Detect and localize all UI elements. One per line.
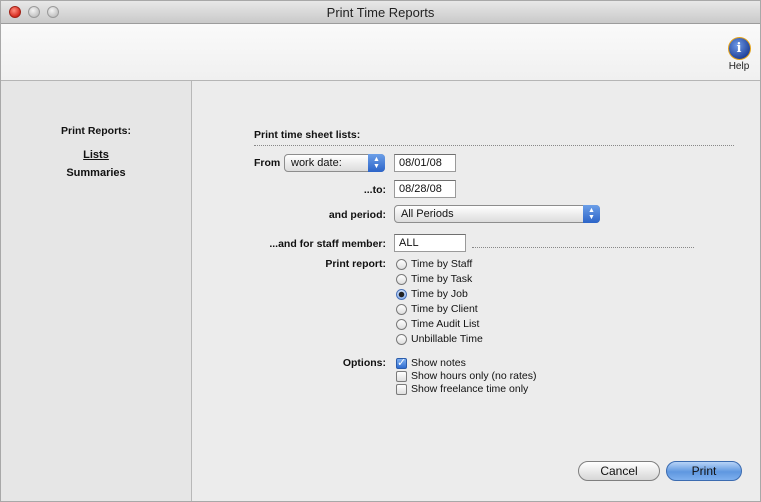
- from-date-field[interactable]: 08/01/08: [394, 154, 456, 172]
- options-label: Options:: [342, 357, 386, 369]
- cancel-button[interactable]: Cancel: [578, 461, 660, 481]
- checkbox[interactable]: [396, 371, 407, 382]
- radio-label: Time by Staff: [411, 258, 473, 270]
- staff-lookup-line: [472, 247, 694, 248]
- sidebar-item-lists[interactable]: Lists: [1, 149, 191, 161]
- radio-label: Time by Task: [411, 273, 473, 285]
- date-type-value: work date:: [291, 157, 342, 169]
- sidebar: Print Reports: Lists Summaries: [1, 81, 192, 501]
- radio-button[interactable]: [396, 304, 407, 315]
- radio-button-selected[interactable]: [396, 289, 407, 300]
- popup-arrows-icon: ▲ ▼: [368, 154, 385, 172]
- radio-button[interactable]: [396, 259, 407, 270]
- checkbox-label: Show hours only (no rates): [411, 370, 537, 382]
- section-heading: Print time sheet lists:: [254, 129, 361, 141]
- staff-member-field[interactable]: ALL: [394, 234, 466, 252]
- sidebar-title: Print Reports:: [60, 125, 131, 137]
- window-title: Print Time Reports: [326, 5, 435, 20]
- radio-label: Time by Client: [411, 303, 478, 315]
- help-label: Help: [728, 61, 750, 72]
- info-icon: i: [727, 37, 751, 60]
- radio-label: Time by Job: [411, 288, 468, 300]
- radio-button[interactable]: [396, 274, 407, 285]
- period-value: All Periods: [401, 208, 454, 220]
- date-type-popup[interactable]: work date: ▲ ▼: [284, 154, 385, 172]
- staff-label: ...and for staff member:: [269, 238, 386, 250]
- popup-arrows-icon: ▲ ▼: [583, 205, 600, 223]
- from-label: From: [254, 157, 281, 169]
- radio-label: Time Audit List: [411, 318, 480, 330]
- radio-button[interactable]: [396, 334, 407, 345]
- radio-button[interactable]: [396, 319, 407, 330]
- toolbar: i Help: [1, 24, 760, 81]
- to-label: ...to:: [363, 184, 386, 196]
- title-bar[interactable]: Print Time Reports: [1, 1, 760, 24]
- period-label: and period:: [328, 209, 386, 221]
- print-button[interactable]: Print: [666, 461, 742, 481]
- period-popup[interactable]: All Periods ▲ ▼: [394, 205, 600, 223]
- checkbox-label: Show freelance time only: [411, 383, 529, 395]
- checkbox-label: Show notes: [411, 357, 466, 369]
- to-date-field[interactable]: 08/28/08: [394, 180, 456, 198]
- sidebar-item-summaries[interactable]: Summaries: [1, 167, 191, 179]
- checkmark-icon[interactable]: ✓: [396, 358, 407, 369]
- report-form: Print time sheet lists: From work date: …: [192, 81, 760, 501]
- checkbox[interactable]: [396, 384, 407, 395]
- print-report-label: Print report:: [325, 258, 386, 270]
- section-divider: [254, 145, 734, 146]
- radio-label: Unbillable Time: [411, 333, 483, 345]
- print-time-reports-window: Print Time Reports i Help Print Reports:…: [0, 0, 761, 502]
- help-button[interactable]: i Help: [724, 37, 754, 72]
